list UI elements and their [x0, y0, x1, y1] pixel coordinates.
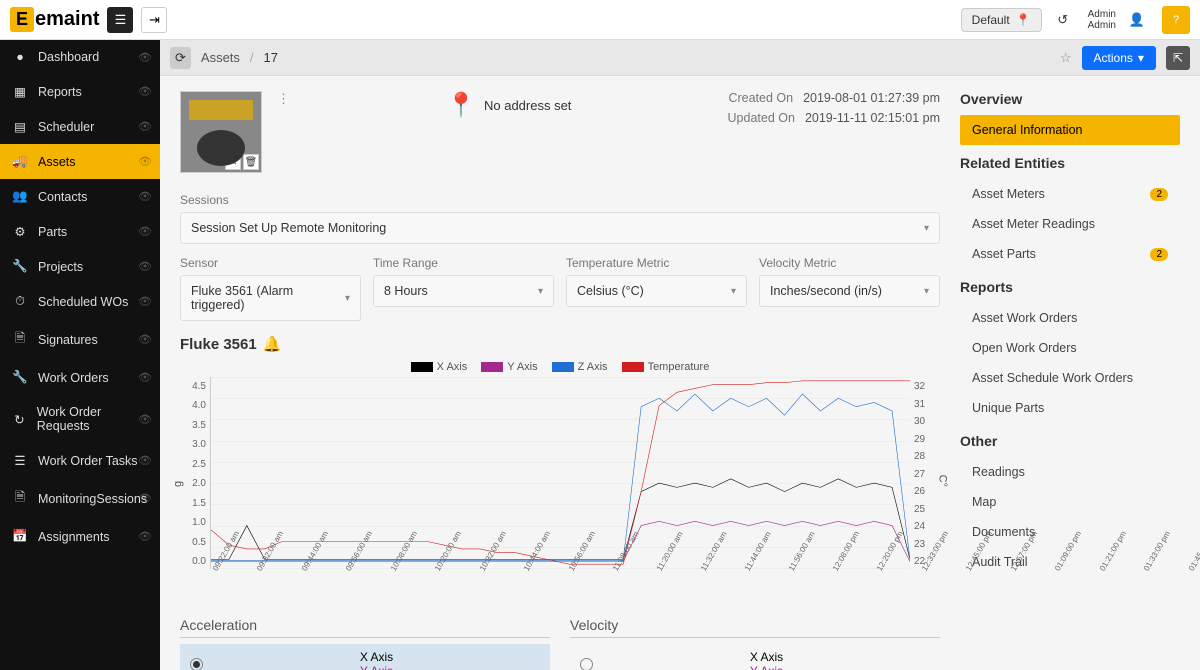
ov-asset-parts[interactable]: Asset Parts2: [960, 239, 1180, 269]
delete-thumbnail-icon[interactable]: 🗑: [243, 154, 259, 170]
velocity-radio-row[interactable]: X AxisY Axis: [570, 644, 940, 670]
sensor-select[interactable]: Fluke 3561 (Alarm triggered)▾: [180, 275, 361, 321]
history-icon[interactable]: ↺: [1048, 5, 1078, 35]
sidebar-icon: ▦: [12, 84, 28, 99]
visibility-icon: 👁: [138, 155, 152, 168]
more-icon[interactable]: ⋮: [277, 91, 290, 107]
sidebar-item-work-orders[interactable]: 🔧Work Orders👁: [0, 360, 160, 395]
user-label: AdminAdmin: [1088, 9, 1116, 31]
pin-icon: 📍: [1016, 13, 1031, 27]
sessions-select[interactable]: Session Set Up Remote Monitoring▾: [180, 212, 940, 244]
sidebar-item-parts[interactable]: ⚙Parts👁: [0, 214, 160, 249]
acceleration-radio-row[interactable]: X AxisY Axis: [180, 644, 550, 670]
user-icon[interactable]: 👤: [1122, 5, 1152, 35]
ov-map[interactable]: Map: [960, 487, 1180, 517]
sidebar-item-signatures[interactable]: 🗎Signatures👁: [0, 319, 160, 360]
ov-general-information[interactable]: General Information: [960, 115, 1180, 145]
location-selector[interactable]: Default📍: [961, 8, 1042, 32]
favorite-icon[interactable]: ☆: [1060, 50, 1072, 66]
sidebar-icon: ☰: [12, 453, 28, 468]
sidebar: ●Dashboard👁▦Reports👁▤Scheduler👁🚚Assets👁👥…: [0, 40, 160, 670]
sidebar-item-assets[interactable]: 🚚Assets👁: [0, 144, 160, 179]
visibility-icon: 👁: [138, 295, 152, 308]
radio-checked-icon: [190, 658, 203, 670]
meta-block: Created On2019-08-01 01:27:39 pm Updated…: [728, 91, 940, 131]
sidebar-icon: ▤: [12, 119, 28, 134]
sidebar-item-scheduler[interactable]: ▤Scheduler👁: [0, 109, 160, 144]
ov-unique-parts[interactable]: Unique Parts: [960, 393, 1180, 423]
map-pin-icon: 📍: [446, 91, 476, 120]
radio-unchecked-icon: [580, 658, 593, 670]
sidebar-icon: 🔧: [12, 259, 28, 274]
ov-asset-meter-readings[interactable]: Asset Meter Readings: [960, 209, 1180, 239]
ov-readings[interactable]: Readings: [960, 457, 1180, 487]
sidebar-item-projects[interactable]: 🔧Projects👁: [0, 249, 160, 284]
external-link-icon[interactable]: ⇱: [1166, 46, 1190, 70]
refresh-icon[interactable]: ⟳: [170, 47, 191, 69]
sidebar-item-scheduled-wos[interactable]: ⏱Scheduled WOs👁: [0, 284, 160, 319]
sidebar-item-work-order-requests[interactable]: ↻Work Order Requests👁: [0, 395, 160, 443]
sidebar-item-dashboard[interactable]: ●Dashboard👁: [0, 40, 160, 74]
chart-title: Fluke 3561🔔: [180, 335, 940, 353]
visibility-icon: 👁: [138, 333, 152, 346]
time-range-select[interactable]: 8 Hours▾: [373, 275, 554, 307]
sidebar-item-work-order-tasks[interactable]: ☰Work Order Tasks👁: [0, 443, 160, 478]
brand-logo: Eemaint: [10, 7, 99, 32]
ov-asset-work-orders[interactable]: Asset Work Orders: [960, 303, 1180, 333]
sidebar-icon: ⏱: [12, 294, 28, 309]
avatar[interactable]: ?: [1162, 6, 1190, 34]
visibility-icon: 👁: [138, 190, 152, 203]
breadcrumb-id: 17: [264, 50, 278, 65]
chevron-down-icon: ▾: [1138, 51, 1144, 65]
visibility-icon: 👁: [138, 492, 152, 505]
chevron-down-icon: ▾: [924, 223, 929, 234]
visibility-icon: 👁: [138, 51, 152, 64]
breadcrumb-bar: ⟳ Assets / 17 ☆ Actions ▾ ⇱: [160, 40, 1200, 76]
sidebar-item-assignments[interactable]: 📅Assignments👁: [0, 519, 160, 554]
time-range-label: Time Range: [373, 256, 554, 270]
sidebar-icon: 🔧: [12, 370, 28, 385]
velocity-select[interactable]: Inches/second (in/s)▾: [759, 275, 940, 307]
visibility-icon: 👁: [138, 413, 152, 426]
sidebar-icon: 🚚: [12, 154, 28, 169]
bell-icon: 🔔: [263, 335, 282, 353]
sidebar-item-reports[interactable]: ▦Reports👁: [0, 74, 160, 109]
breadcrumb-section[interactable]: Assets: [201, 50, 240, 65]
temperature-select[interactable]: Celsius (°C)▾: [566, 275, 747, 307]
visibility-icon: 👁: [138, 120, 152, 133]
visibility-icon: 👁: [138, 454, 152, 467]
sidebar-icon: ●: [12, 50, 28, 64]
acceleration-panel: Acceleration X AxisY Axis: [180, 617, 550, 670]
visibility-icon: 👁: [138, 225, 152, 238]
chart-legend: X Axis Y Axis Z Axis Temperature: [180, 361, 940, 373]
actions-button[interactable]: Actions ▾: [1082, 46, 1156, 70]
velocity-panel: Velocity X AxisY Axis: [570, 617, 940, 670]
visibility-icon: 👁: [138, 371, 152, 384]
edit-thumbnail-icon[interactable]: ✎: [225, 154, 241, 170]
visibility-icon: 👁: [138, 85, 152, 98]
collapse-button[interactable]: ⇥: [141, 7, 167, 33]
sidebar-icon: ⚙: [12, 224, 28, 239]
visibility-icon: 👁: [138, 530, 152, 543]
sidebar-icon: 👥: [12, 189, 28, 204]
velocity-metric-label: Velocity Metric: [759, 256, 940, 270]
chart: 4.54.03.53.02.52.01.51.00.50.0 09:22:00 …: [180, 377, 940, 597]
sidebar-icon: 🗎: [12, 329, 28, 350]
sidebar-item-contacts[interactable]: 👥Contacts👁: [0, 179, 160, 214]
ov-asset-meters[interactable]: Asset Meters2: [960, 179, 1180, 209]
ov-open-work-orders[interactable]: Open Work Orders: [960, 333, 1180, 363]
temperature-metric-label: Temperature Metric: [566, 256, 747, 270]
visibility-icon: 👁: [138, 260, 152, 273]
sessions-label: Sessions: [180, 193, 940, 207]
sidebar-icon: 🗎: [12, 488, 28, 509]
ov-asset-schedule-wo[interactable]: Asset Schedule Work Orders: [960, 363, 1180, 393]
menu-toggle-button[interactable]: ☰: [107, 7, 133, 33]
sidebar-item-monitoringsessions[interactable]: 🗎MonitoringSessions👁: [0, 478, 160, 519]
sidebar-icon: ↻: [12, 412, 27, 427]
sidebar-icon: 📅: [12, 529, 28, 544]
sensor-label: Sensor: [180, 256, 361, 270]
topbar: Eemaint ☰ ⇥ Default📍 ↺ AdminAdmin 👤 ?: [0, 0, 1200, 40]
address-block: 📍 No address set: [305, 91, 713, 120]
asset-thumbnail: ✎ 🗑: [180, 91, 262, 173]
